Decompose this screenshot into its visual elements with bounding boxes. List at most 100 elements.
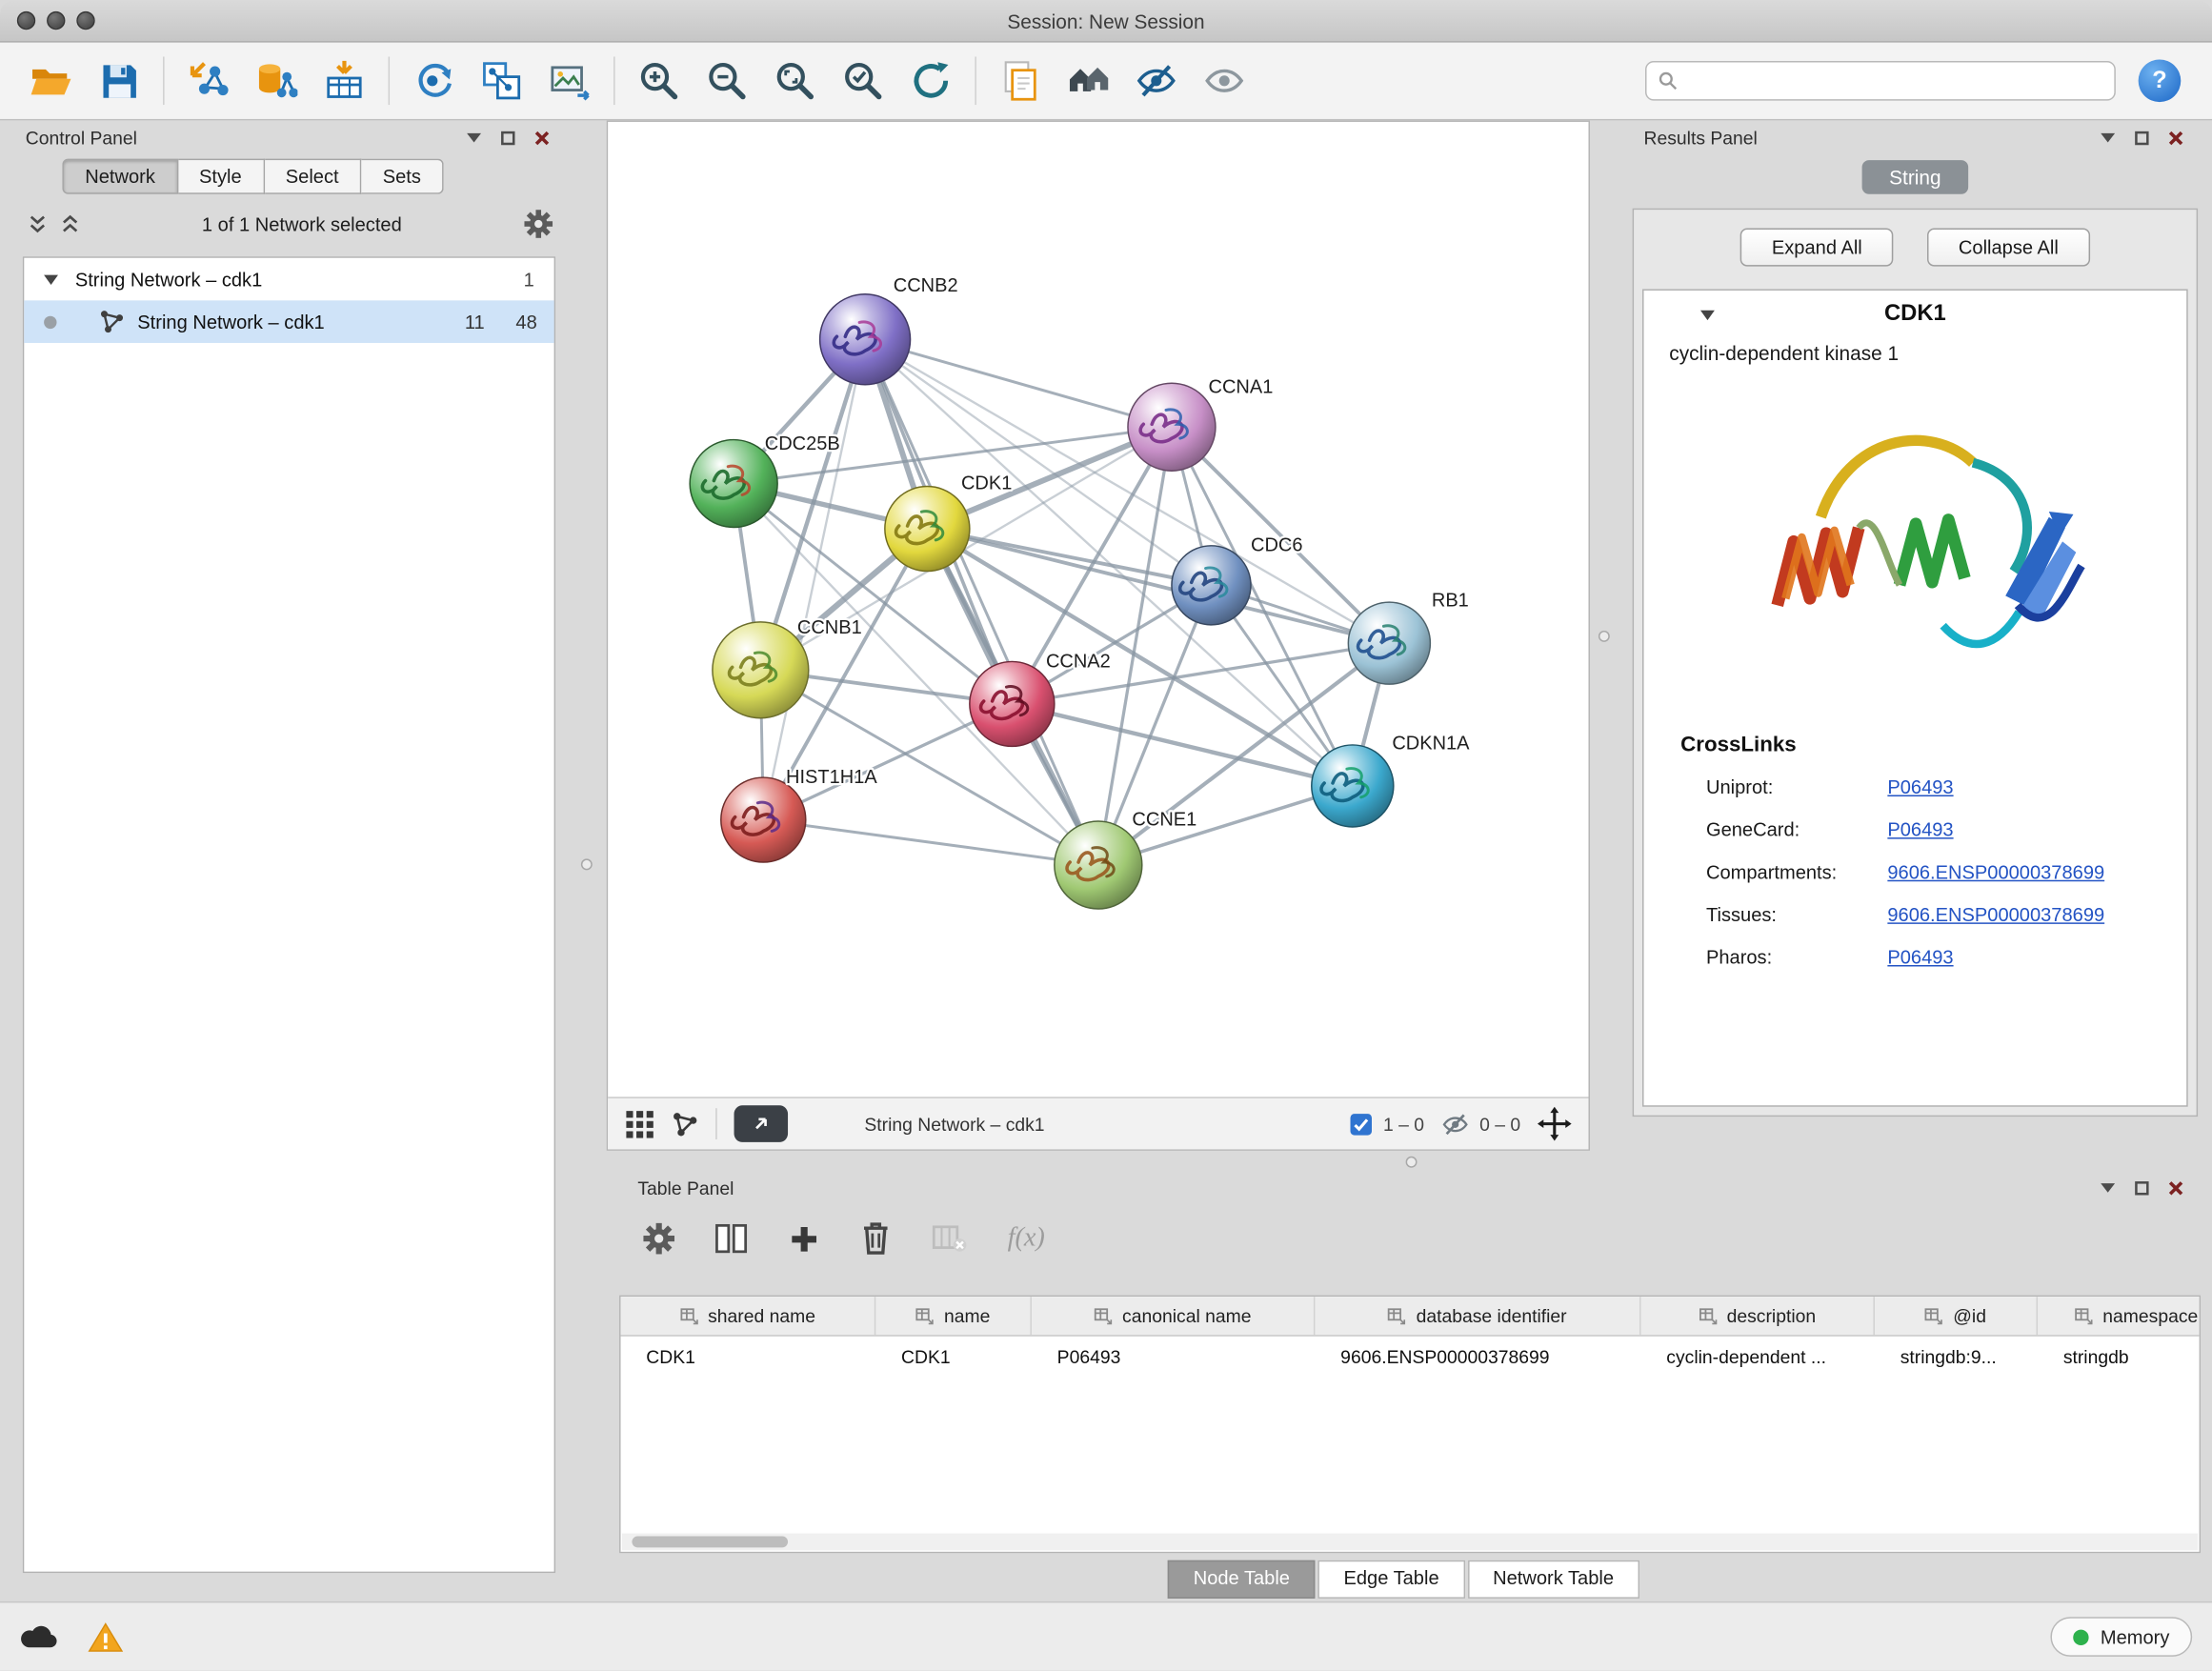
column-header[interactable]: canonical name xyxy=(1032,1297,1316,1335)
column-header[interactable]: description xyxy=(1641,1297,1875,1335)
close-panel-icon[interactable] xyxy=(2168,130,2183,145)
scrollbar-thumb[interactable] xyxy=(632,1536,788,1547)
warning-icon[interactable] xyxy=(88,1621,123,1653)
horizontal-scrollbar[interactable] xyxy=(622,1533,2198,1550)
import-network-database-button[interactable] xyxy=(242,50,310,111)
houses-icon xyxy=(1066,61,1112,101)
hidden-count: 0 – 0 xyxy=(1441,1112,1520,1136)
zoom-fit-button[interactable] xyxy=(761,50,829,111)
float-panel-icon[interactable] xyxy=(2134,130,2149,145)
collapse-panel-icon[interactable] xyxy=(2100,131,2115,143)
tab-sets[interactable]: Sets xyxy=(361,159,443,194)
column-header[interactable]: @id xyxy=(1875,1297,2038,1335)
network-selection-summary: 1 of 1 Network selected xyxy=(79,213,524,234)
uniprot-link[interactable]: P06493 xyxy=(1887,775,1953,796)
control-panel-tabs: Network Style Select Sets xyxy=(62,159,567,194)
table-settings-gear-icon[interactable] xyxy=(643,1223,674,1255)
refresh-icon xyxy=(910,59,953,102)
export-image-button[interactable] xyxy=(535,50,603,111)
pharos-link[interactable]: P06493 xyxy=(1887,946,1953,967)
zoom-out-icon xyxy=(706,59,749,102)
clone-network-button[interactable] xyxy=(468,50,535,111)
toolbar-separator xyxy=(389,57,390,106)
help-button[interactable]: ? xyxy=(2139,59,2182,102)
table-row[interactable]: CDK1 CDK1 P06493 9606.ENSP00000378699 cy… xyxy=(621,1337,2200,1377)
network-list-controls: 1 of 1 Network selected xyxy=(29,210,553,238)
zoom-out-button[interactable] xyxy=(693,50,760,111)
network-canvas[interactable]: CCNB2CCNA1CDC25BCDK1CDC6RB1CCNB1CCNA2CDK… xyxy=(608,122,1588,1047)
table-import-icon xyxy=(323,59,366,102)
gear-icon[interactable] xyxy=(524,210,553,238)
import-table-button[interactable] xyxy=(311,50,378,111)
protein-node-CCNA2 xyxy=(970,661,1055,746)
tissues-link[interactable]: 9606.ENSP00000378699 xyxy=(1887,903,2104,924)
collapse-panel-icon[interactable] xyxy=(466,131,481,143)
gene-card-header[interactable]: CDK1 xyxy=(1644,291,2187,339)
open-session-button[interactable] xyxy=(17,50,85,111)
detach-view-button[interactable] xyxy=(734,1105,789,1142)
protein-node-CCNE1 xyxy=(1055,821,1142,909)
crosslink-row: Compartments: 9606.ENSP00000378699 xyxy=(1644,851,2187,894)
tab-string[interactable]: String xyxy=(1862,160,1968,194)
network-edge-count: 48 xyxy=(515,312,536,332)
vertical-splitter-handle[interactable] xyxy=(1599,631,1610,642)
horizontal-splitter-handle[interactable] xyxy=(1406,1157,1418,1168)
search-icon xyxy=(1658,70,1678,91)
tab-node-table[interactable]: Node Table xyxy=(1168,1560,1316,1599)
show-all-button[interactable] xyxy=(1191,50,1258,111)
hide-selected-button[interactable] xyxy=(1122,50,1190,111)
table-header-row: shared name name canonical name database… xyxy=(621,1297,2200,1337)
column-header[interactable]: namespace xyxy=(2038,1297,2201,1335)
string-results-container: Expand All Collapse All CDK1 cyclin-depe… xyxy=(1633,209,2199,1117)
tree-expand-icon[interactable] xyxy=(44,274,58,284)
cloud-status-icon[interactable] xyxy=(20,1624,57,1650)
show-annotations-button[interactable] xyxy=(986,50,1054,111)
zoom-selected-button[interactable] xyxy=(829,50,896,111)
protein-node-CCNB1 xyxy=(713,622,809,718)
expand-all-button[interactable]: Expand All xyxy=(1740,228,1893,266)
tab-network-table[interactable]: Network Table xyxy=(1467,1560,1639,1599)
show-columns-icon[interactable] xyxy=(714,1221,749,1256)
zoom-in-button[interactable] xyxy=(625,50,693,111)
collapse-all-icon[interactable] xyxy=(29,214,47,234)
import-network-file-button[interactable] xyxy=(174,50,242,111)
collapse-panel-icon[interactable] xyxy=(2100,1182,2115,1194)
tab-select[interactable]: Select xyxy=(264,159,361,194)
application-window: Session: New Session xyxy=(0,0,2212,1671)
add-column-icon[interactable] xyxy=(788,1222,820,1255)
tab-style[interactable]: Style xyxy=(178,159,265,194)
genecard-link[interactable]: P06493 xyxy=(1887,818,1953,839)
search-input[interactable] xyxy=(1686,70,2102,91)
column-header[interactable]: database identifier xyxy=(1315,1297,1640,1335)
compartments-link[interactable]: 9606.ENSP00000378699 xyxy=(1887,861,2104,882)
memory-button[interactable]: Memory xyxy=(2051,1617,2192,1657)
collapse-all-button[interactable]: Collapse All xyxy=(1927,228,2089,266)
delete-icon[interactable] xyxy=(860,1220,892,1258)
network-selection-icon xyxy=(412,59,455,102)
toolbar-separator xyxy=(163,57,164,106)
svg-text:RB1: RB1 xyxy=(1432,591,1469,612)
save-session-button[interactable] xyxy=(85,50,152,111)
new-network-from-selection-button[interactable] xyxy=(399,50,467,111)
thumbnail-grid-icon[interactable] xyxy=(625,1109,654,1138)
collapse-gene-icon[interactable] xyxy=(1700,310,1715,319)
column-header[interactable]: name xyxy=(875,1297,1032,1335)
search-box[interactable] xyxy=(1645,61,2116,101)
tab-network[interactable]: Network xyxy=(62,159,177,194)
expand-all-icon[interactable] xyxy=(61,214,79,234)
refresh-view-button[interactable] xyxy=(897,50,965,111)
close-panel-icon[interactable] xyxy=(534,130,550,145)
pan-tool-icon[interactable] xyxy=(1538,1107,1572,1141)
function-builder-button[interactable]: f(x) xyxy=(1008,1223,1045,1255)
float-panel-icon[interactable] xyxy=(500,130,515,145)
network-row-selected[interactable]: String Network – cdk1 11 48 xyxy=(24,300,553,343)
network-list: String Network – cdk1 1 String Network –… xyxy=(23,256,555,1573)
network-collection-row[interactable]: String Network – cdk1 1 xyxy=(24,258,553,301)
vertical-splitter-handle[interactable] xyxy=(581,858,593,870)
network-overview-icon[interactable] xyxy=(672,1110,698,1137)
tab-edge-table[interactable]: Edge Table xyxy=(1318,1560,1465,1599)
float-panel-icon[interactable] xyxy=(2134,1179,2149,1195)
show-hide-panels-button[interactable] xyxy=(1055,50,1122,111)
column-header[interactable]: shared name xyxy=(621,1297,876,1335)
close-panel-icon[interactable] xyxy=(2168,1179,2183,1195)
